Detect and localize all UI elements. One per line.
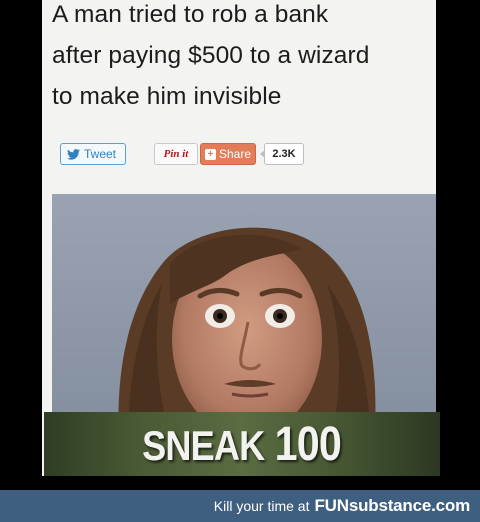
footer-tagline: Kill your time at: [213, 498, 310, 514]
share-bar: Tweet Pin it + Share 2.3K: [60, 143, 420, 165]
sneak-word: SNEAK: [142, 421, 266, 469]
brand-caps: FUN: [314, 496, 349, 515]
share-count: 2.3K: [272, 148, 296, 160]
pin-it-label: Pin it: [163, 148, 189, 160]
headline-line-2: after paying $500 to a wizard: [52, 42, 370, 69]
tweet-button[interactable]: Tweet: [60, 143, 126, 165]
brand-rest: substance.com: [348, 496, 470, 515]
article-screenshot: A man tried to rob a bank after paying $…: [42, 0, 436, 476]
headline-line-3: to make him invisible: [52, 83, 282, 110]
share-count-badge: 2.3K: [260, 143, 304, 165]
sneak-100-overlay: SNEAK 100: [44, 412, 440, 476]
twitter-bird-icon: [67, 148, 80, 160]
watermark-footer: Kill your time at FUNsubstance.com: [0, 490, 480, 522]
share-button[interactable]: + Share: [200, 143, 256, 165]
headline: A man tried to rob a bank after paying $…: [52, 0, 436, 117]
footer-brand[interactable]: FUNsubstance.com: [314, 496, 470, 516]
meme-frame: A man tried to rob a bank after paying $…: [0, 0, 480, 490]
headline-line-1: A man tried to rob a bank: [52, 1, 329, 28]
tweet-label: Tweet: [84, 147, 117, 161]
pin-it-button[interactable]: Pin it: [154, 143, 198, 165]
plus-icon: +: [205, 148, 216, 160]
share-label: Share: [219, 147, 252, 161]
sneak-caption: SNEAK 100: [142, 417, 343, 472]
sneak-number: 100: [275, 417, 342, 471]
